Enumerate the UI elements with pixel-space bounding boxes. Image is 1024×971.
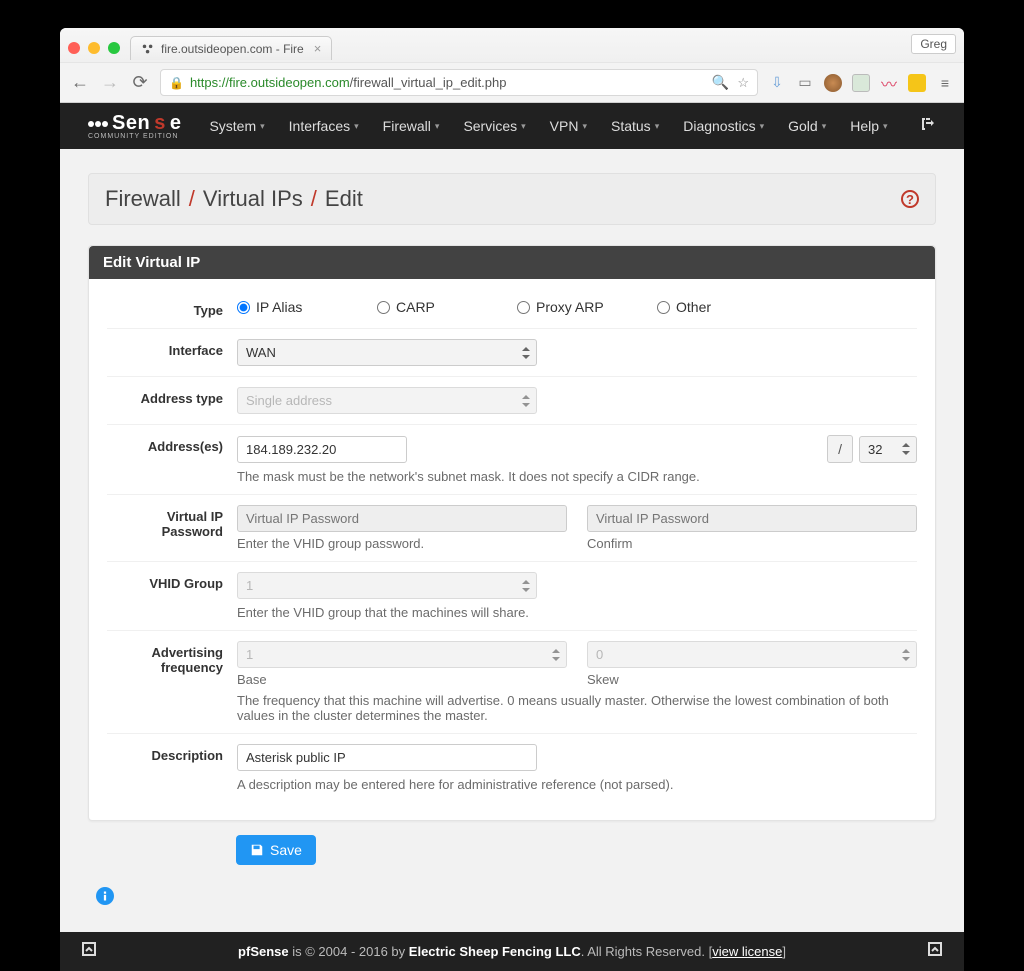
star-icon[interactable]: ☆ — [737, 75, 749, 91]
minimize-window-icon[interactable] — [88, 42, 100, 54]
reload-button[interactable]: ⟳ — [130, 72, 150, 93]
vip-password-confirm-label: Confirm — [587, 536, 917, 551]
address-bar[interactable]: 🔒 https://fire.outsideopen.com/firewall_… — [160, 69, 758, 96]
save-icon — [250, 843, 264, 857]
ext-icon[interactable] — [908, 74, 926, 92]
save-button[interactable]: Save — [236, 835, 316, 865]
crumb-edit: Edit — [325, 186, 363, 212]
nav-diagnostics[interactable]: Diagnostics▾ — [673, 106, 774, 146]
vhid-group-select: 1 — [237, 572, 537, 599]
nav-services[interactable]: Services▾ — [453, 106, 535, 146]
skew-select: 0 — [587, 641, 917, 668]
breadcrumb: Firewall / Virtual IPs / Edit ? — [88, 173, 936, 225]
label-vip-password: Virtual IP Password — [107, 505, 237, 551]
browser-tab[interactable]: fire.outsideopen.com - Fire × — [130, 36, 332, 60]
vhid-help: Enter the VHID group that the machines w… — [237, 605, 917, 620]
nav-gold[interactable]: Gold▾ — [778, 106, 836, 146]
label-address-type: Address type — [107, 387, 237, 414]
nav-interfaces[interactable]: Interfaces▾ — [279, 106, 369, 146]
label-addresses: Address(es) — [107, 435, 237, 484]
scroll-top-left-icon[interactable] — [82, 942, 96, 961]
vip-password-help: Enter the VHID group password. — [237, 536, 567, 551]
freq-help: The frequency that this machine will adv… — [237, 693, 917, 723]
ext-icon[interactable]: ⇩ — [768, 74, 786, 92]
label-type: Type — [107, 299, 237, 318]
scroll-top-right-icon[interactable] — [928, 942, 942, 961]
base-select: 1 — [237, 641, 567, 668]
label-interface: Interface — [107, 339, 237, 366]
interface-select[interactable]: WAN — [237, 339, 537, 366]
nav-firewall[interactable]: Firewall▾ — [373, 106, 450, 146]
nav-help[interactable]: Help▾ — [840, 106, 897, 146]
label-description: Description — [107, 744, 237, 792]
label-vhid-group: VHID Group — [107, 572, 237, 620]
crumb-virtual-ips[interactable]: Virtual IPs — [203, 186, 303, 212]
nav-vpn[interactable]: VPN▾ — [540, 106, 597, 146]
description-input[interactable] — [237, 744, 537, 771]
extensions: ⇩ ▭ 〰 ≡ — [768, 74, 954, 92]
lock-icon: 🔒 — [169, 76, 184, 90]
radio-ipalias[interactable]: IP Alias — [237, 299, 377, 315]
address-type-select: Single address — [237, 387, 537, 414]
favicon-icon — [141, 42, 155, 56]
close-tab-icon[interactable]: × — [314, 41, 322, 56]
radio-carp[interactable]: CARP — [377, 299, 517, 315]
profile-badge[interactable]: Greg — [911, 34, 956, 54]
view-license-link[interactable]: view license — [712, 944, 782, 959]
radio-proxyarp[interactable]: Proxy ARP — [517, 299, 657, 315]
radio-other[interactable]: Other — [657, 299, 797, 315]
ext-icon[interactable]: 〰 — [880, 74, 898, 92]
nav-status[interactable]: Status▾ — [601, 106, 669, 146]
menu-icon[interactable]: ≡ — [936, 74, 954, 92]
footer: pfSense is © 2004 - 2016 by Electric She… — [60, 932, 964, 971]
window-controls[interactable] — [68, 42, 120, 54]
mask-select[interactable]: 32 — [859, 436, 917, 463]
forward-button[interactable]: → — [100, 72, 120, 93]
ext-avatar-icon[interactable] — [824, 74, 842, 92]
ext-icon[interactable] — [852, 74, 870, 92]
mask-slash: / — [827, 435, 853, 463]
nav-system[interactable]: System▾ — [199, 106, 274, 146]
skew-label: Skew — [587, 672, 917, 687]
back-button[interactable]: ← — [70, 72, 90, 93]
help-icon[interactable]: ? — [901, 190, 919, 208]
panel-title: Edit Virtual IP — [89, 246, 935, 279]
addresses-help: The mask must be the network's subnet ma… — [237, 469, 917, 484]
crumb-firewall[interactable]: Firewall — [105, 186, 181, 212]
cast-icon[interactable]: ▭ — [796, 74, 814, 92]
vip-password-confirm-input — [587, 505, 917, 532]
brand-logo[interactable]: Sense COMMUNITY EDITION — [88, 112, 181, 140]
logout-icon[interactable] — [920, 116, 936, 137]
edit-virtual-ip-panel: Edit Virtual IP Type IP Alias CARP Proxy… — [88, 245, 936, 821]
vip-password-input — [237, 505, 567, 532]
search-icon[interactable]: 🔍 — [712, 74, 729, 91]
address-input[interactable] — [237, 436, 407, 463]
close-window-icon[interactable] — [68, 42, 80, 54]
maximize-window-icon[interactable] — [108, 42, 120, 54]
label-advertising-frequency: Advertisingfrequency — [107, 641, 237, 723]
base-label: Base — [237, 672, 567, 687]
browser-chrome: fire.outsideopen.com - Fire × Greg ← → ⟳… — [60, 28, 964, 103]
app-navbar: Sense COMMUNITY EDITION System▾ Interfac… — [60, 103, 964, 149]
tab-title: fire.outsideopen.com - Fire — [161, 42, 304, 56]
info-icon[interactable] — [96, 889, 114, 909]
description-help: A description may be entered here for ad… — [237, 777, 917, 792]
